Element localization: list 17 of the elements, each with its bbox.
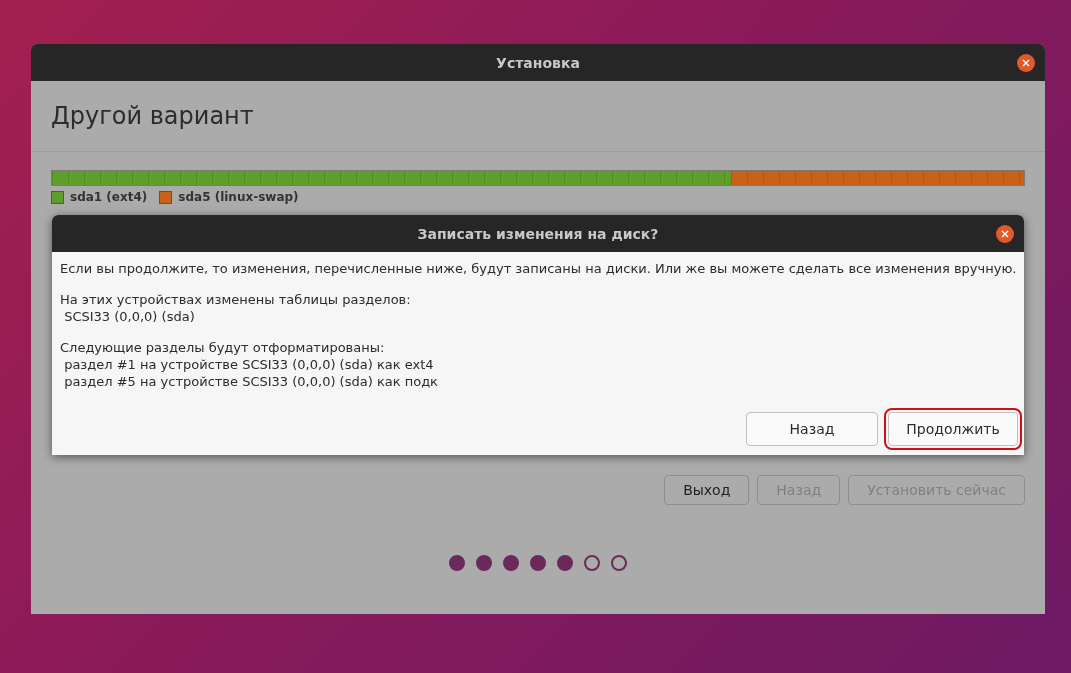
dialog-text: раздел #1 на устройстве SCSI33 (0,0,0) (sda) как ext4 bbox=[63, 356, 435, 373]
window-title: Установка bbox=[496, 54, 580, 71]
close-icon bbox=[1022, 58, 1030, 67]
close-button[interactable] bbox=[996, 224, 1014, 243]
dialog-text: SCSI33 (0,0,0) (sda) bbox=[63, 308, 196, 325]
close-icon bbox=[1001, 229, 1009, 238]
dialog-text: Если вы продолжите, то изменения, перечисленные ниже, будут записаны на диски. Или же вы можете сделать все изменения вручную. bbox=[60, 260, 1016, 277]
page-title: Другой вариант bbox=[51, 102, 254, 130]
dialog-text: Следующие разделы будут отформатированы: bbox=[60, 339, 386, 356]
close-button[interactable] bbox=[1017, 53, 1035, 72]
legend-label: sda1 (ext4) bbox=[70, 190, 148, 204]
dialog-button[interactable]: Назад bbox=[746, 412, 878, 446]
legend-label: sda5 (linux-swap) bbox=[178, 190, 299, 204]
wizard-button[interactable]: Выход bbox=[664, 475, 750, 505]
dialog-text: На этих устройствах изменены таблицы разделов: bbox=[60, 291, 412, 308]
dialog-title: Записать изменения на диск? bbox=[417, 225, 659, 242]
dialog-text: раздел #5 на устройстве SCSI33 (0,0,0) (sda) как подк bbox=[63, 373, 439, 390]
